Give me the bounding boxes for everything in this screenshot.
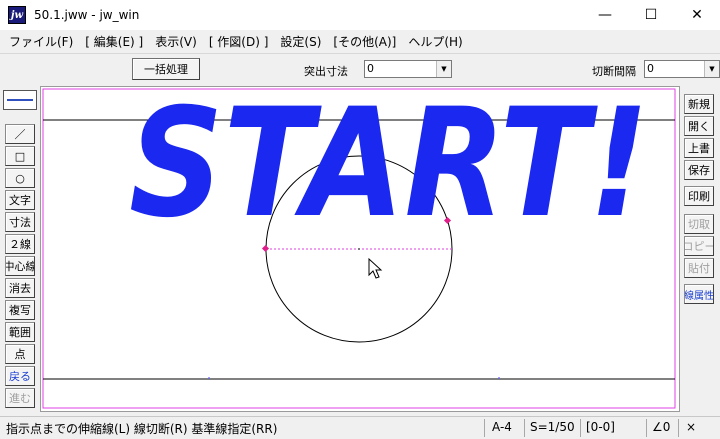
menu-file[interactable]: ファイル(F) [3,33,79,50]
copy-button[interactable]: コピー [684,236,714,256]
protrusion-value: 0 [367,62,374,75]
dimension-tool-button[interactable]: 寸法 [5,212,35,232]
double-line-tool-button[interactable]: ２線 [5,234,35,254]
status-divider [484,419,485,437]
point-tool-button[interactable]: 点 [5,344,35,364]
cut-button[interactable]: 切取 [684,214,714,234]
menu-settings[interactable]: 設定(S) [274,33,327,50]
left-tool-palette: ／ □ ○ 文字 寸法 ２線 中心線 消去 複写 範囲 点 戻る 進む [0,86,40,410]
overwrite-button[interactable]: 上書 [684,138,714,158]
protrusion-combo[interactable]: 0 ▼ [364,60,452,78]
cut-interval-value: 0 [647,62,654,75]
drawing-svg: START! [42,87,676,409]
grid-point [208,377,210,379]
status-close-icon[interactable]: × [686,420,696,434]
menu-other[interactable]: [その他(A)] [327,33,402,50]
minimize-button[interactable]: — [582,0,628,30]
save-button[interactable]: 保存 [684,160,714,180]
menu-bar: ファイル(F) [ 編集(E) ] 表示(V) [ 作図(D) ] 設定(S) … [0,30,720,52]
paper-size-button[interactable]: A-4 [492,420,512,434]
start-overlay-text: START! [129,87,649,251]
copy-tool-button[interactable]: 複写 [5,300,35,320]
rectangle-tool-button[interactable]: □ [5,146,35,166]
range-tool-button[interactable]: 範囲 [5,322,35,342]
paste-button[interactable]: 貼付 [684,258,714,278]
open-file-button[interactable]: 開く [684,116,714,136]
redo-button[interactable]: 進む [5,388,35,408]
line-attribute-button[interactable]: 線属性 [684,284,714,304]
circle-tool-button[interactable]: ○ [5,168,35,188]
menu-help[interactable]: ヘルプ(H) [402,33,468,50]
protrusion-label: 突出寸法 [304,65,348,78]
erase-tool-button[interactable]: 消去 [5,278,35,298]
app-icon: jw [8,6,26,24]
status-divider [646,419,647,437]
status-divider [580,419,581,437]
maximize-button[interactable]: ☐ [628,0,674,30]
new-file-button[interactable]: 新規 [684,94,714,114]
batch-process-button[interactable]: 一括処理 [132,58,200,80]
command-toolbar: 一括処理 突出寸法 0 ▼ 切断間隔 0 ▼ [0,53,720,85]
text-tool-button[interactable]: 文字 [5,190,35,210]
status-bar: 指示点までの伸縮線(L) 線切断(R) 基準線指定(RR) A-4 S=1/50… [0,416,720,439]
grid-point [498,377,500,379]
status-divider [524,419,525,437]
center-line-tool-button[interactable]: 中心線 [5,256,35,276]
window-title: 50.1.jww - jw_win [34,8,140,22]
drawing-canvas[interactable]: START! [40,86,680,412]
window-controls: — ☐ ✕ [582,0,720,30]
line-color-swatch[interactable] [3,90,37,110]
chevron-down-icon[interactable]: ▼ [436,61,451,77]
cut-interval-label: 切断間隔 [592,65,636,78]
scale-button[interactable]: S=1/50 [530,420,575,434]
mouse-cursor-icon [368,257,383,279]
menu-edit[interactable]: [ 編集(E) ] [79,33,149,50]
angle-button[interactable]: ∠0 [652,420,670,434]
layer-button[interactable]: [0-0] [586,420,615,434]
line-tool-button[interactable]: ／ [5,124,35,144]
undo-button[interactable]: 戻る [5,366,35,386]
cut-interval-combo[interactable]: 0 ▼ [644,60,720,78]
menu-draw[interactable]: [ 作図(D) ] [203,33,275,50]
status-divider [678,419,679,437]
menu-view[interactable]: 表示(V) [149,33,203,50]
chevron-down-icon[interactable]: ▼ [704,61,719,77]
status-message: 指示点までの伸縮線(L) 線切断(R) 基準線指定(RR) [6,422,278,436]
title-bar: jw 50.1.jww - jw_win — ☐ ✕ [0,0,720,30]
close-button[interactable]: ✕ [674,0,720,30]
right-tool-palette: 新規 開く 上書 保存 印刷 切取 コピー 貼付 線属性 [680,86,720,410]
print-button[interactable]: 印刷 [684,186,714,206]
